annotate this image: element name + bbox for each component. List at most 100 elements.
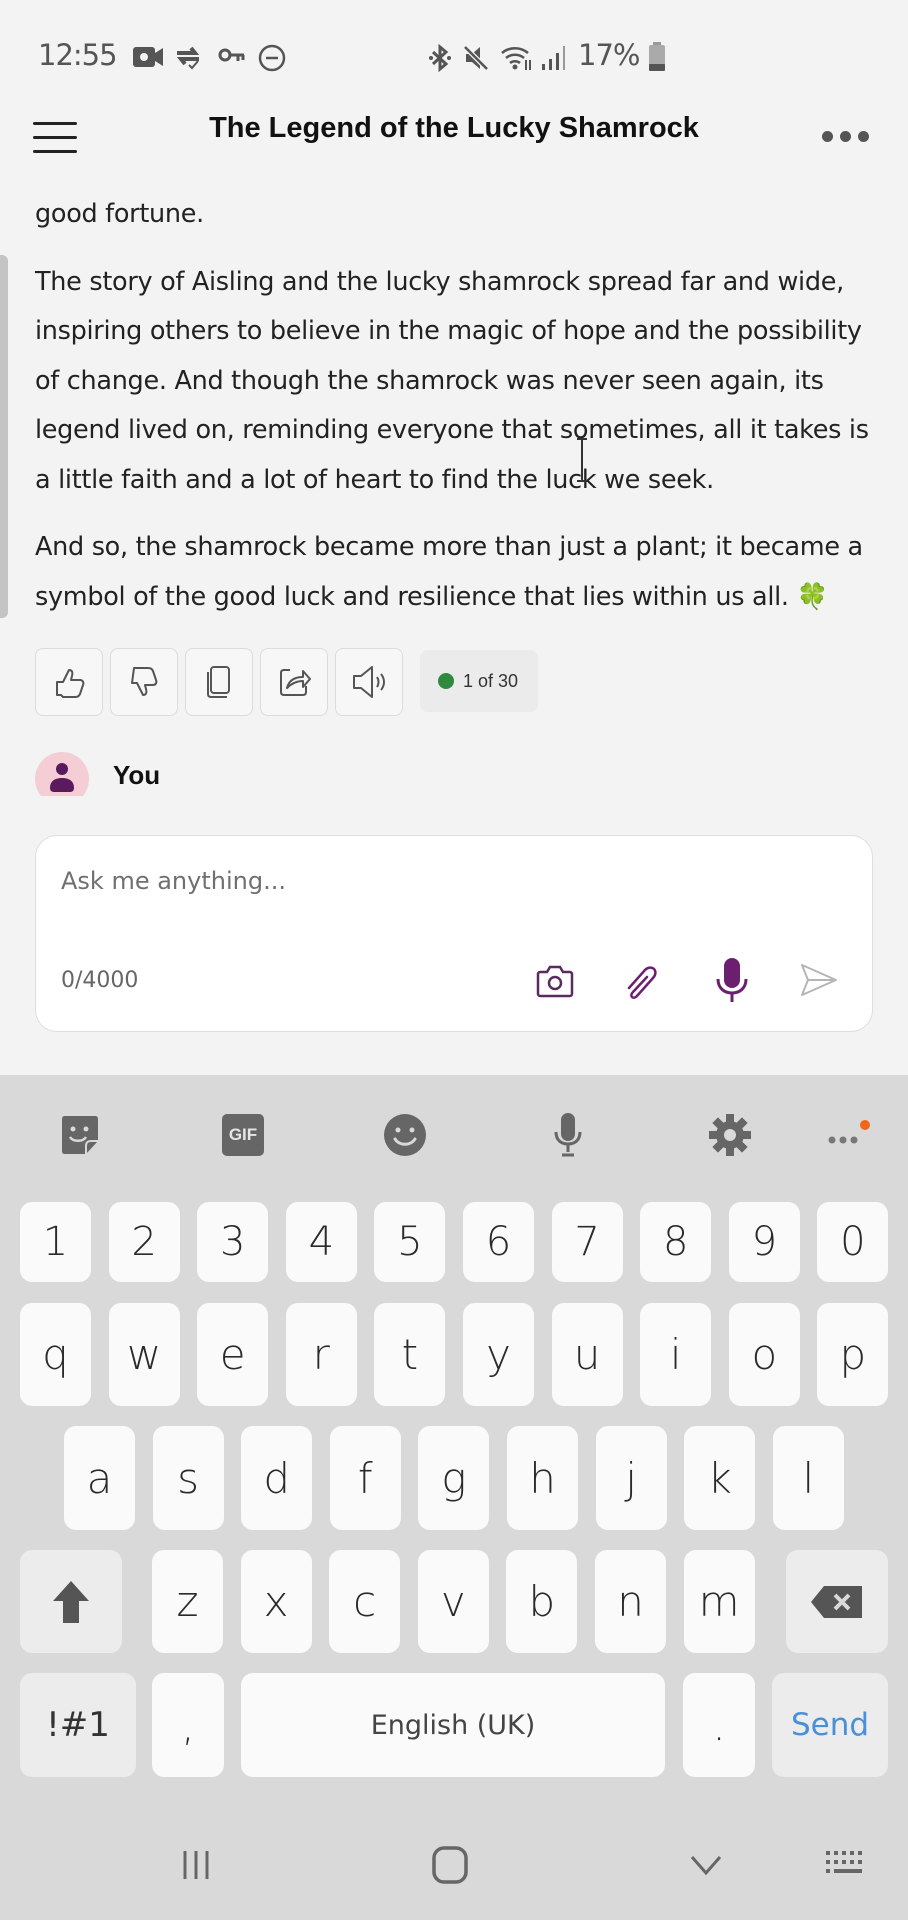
- scrollbar[interactable]: [0, 255, 8, 618]
- camera-button[interactable]: [533, 958, 577, 1002]
- key-d[interactable]: d: [241, 1426, 313, 1530]
- key-n[interactable]: n: [595, 1550, 666, 1653]
- key-label: 3: [219, 1219, 246, 1265]
- key-u[interactable]: u: [551, 1303, 623, 1406]
- key-7[interactable]: 7: [551, 1202, 623, 1282]
- key-t[interactable]: t: [374, 1303, 446, 1406]
- key-v[interactable]: v: [417, 1550, 489, 1653]
- send-button[interactable]: [797, 958, 841, 1002]
- sticker-icon: [62, 1116, 98, 1154]
- shift-icon: [53, 1580, 89, 1623]
- back-button[interactable]: [671, 1830, 741, 1900]
- gif-button[interactable]: GIF: [213, 1105, 273, 1165]
- key-2[interactable]: 2: [108, 1202, 180, 1282]
- voice-input-icon: [554, 1113, 582, 1157]
- home-button[interactable]: [415, 1830, 485, 1900]
- symbols-key[interactable]: !#1: [20, 1673, 136, 1777]
- key-label: y: [486, 1330, 511, 1379]
- key-b[interactable]: b: [506, 1550, 578, 1653]
- key-l[interactable]: l: [772, 1426, 844, 1530]
- message-input[interactable]: [61, 861, 841, 901]
- key-r[interactable]: r: [285, 1303, 357, 1406]
- key-label: z: [176, 1577, 199, 1626]
- like-button[interactable]: [35, 648, 103, 716]
- backspace-key[interactable]: [786, 1550, 888, 1653]
- shift-key[interactable]: [20, 1550, 122, 1653]
- key-g[interactable]: g: [418, 1426, 490, 1530]
- key-label: t: [401, 1330, 419, 1379]
- key-z[interactable]: z: [152, 1550, 223, 1653]
- key-label: u: [573, 1330, 601, 1379]
- keyboard-more-button[interactable]: [815, 1105, 875, 1165]
- read-aloud-button[interactable]: [335, 648, 403, 716]
- keyboard-switch-button[interactable]: [811, 1830, 881, 1900]
- key-h[interactable]: h: [507, 1426, 578, 1530]
- on-screen-keyboard: GIF 1 2 3 4 5 6 7 8 9 0 q w e r t y u i o p a s d f g h j k l z x c v b n m…: [0, 1075, 908, 1920]
- key-j[interactable]: j: [595, 1426, 667, 1530]
- keyboard-voice-button[interactable]: [538, 1105, 598, 1165]
- key-q[interactable]: q: [20, 1303, 91, 1406]
- key-label: s: [177, 1453, 200, 1503]
- text-cursor-icon: [577, 438, 587, 482]
- message-paragraph: The story of Aisling and the lucky shamr…: [35, 266, 869, 495]
- response-variant-badge[interactable]: 1 of 30: [420, 650, 538, 712]
- attach-button[interactable]: [619, 958, 663, 1002]
- key-a[interactable]: a: [64, 1426, 135, 1530]
- message-actions: [35, 648, 403, 716]
- key-0[interactable]: 0: [817, 1202, 889, 1282]
- message-paragraph: And so, the shamrock became more than ju…: [35, 532, 863, 612]
- key-f[interactable]: f: [329, 1426, 401, 1530]
- keyboard-send-key[interactable]: Send: [772, 1673, 888, 1777]
- key-label: !#1: [46, 1705, 110, 1745]
- gif-icon: GIF: [222, 1114, 264, 1156]
- app-header: The Legend of the Lucky Shamrock: [0, 95, 908, 175]
- share-button[interactable]: [260, 648, 328, 716]
- key-c[interactable]: c: [329, 1550, 401, 1653]
- key-1[interactable]: 1: [20, 1202, 91, 1282]
- sticker-button[interactable]: [50, 1105, 110, 1165]
- key-y[interactable]: y: [463, 1303, 534, 1406]
- key-6[interactable]: 6: [463, 1202, 534, 1282]
- key-e[interactable]: e: [197, 1303, 269, 1406]
- dislike-button[interactable]: [110, 648, 178, 716]
- key-o[interactable]: o: [728, 1303, 800, 1406]
- key-3[interactable]: 3: [197, 1202, 269, 1282]
- variant-counter: 1 of 30: [463, 670, 519, 691]
- more-options-button[interactable]: [822, 128, 874, 144]
- key-4[interactable]: 4: [285, 1202, 357, 1282]
- do-not-disturb-icon: [258, 44, 286, 72]
- assistant-message: good fortune. The story of Aisling and t…: [35, 190, 880, 640]
- key-label: i: [669, 1330, 682, 1379]
- key-s[interactable]: s: [152, 1426, 224, 1530]
- message-paragraph: good fortune.: [35, 199, 204, 229]
- keyboard-settings-button[interactable]: [700, 1105, 760, 1165]
- key-m[interactable]: m: [683, 1550, 755, 1653]
- page-title: The Legend of the Lucky Shamrock: [209, 112, 699, 144]
- user-name: You: [113, 760, 161, 790]
- recent-apps-icon: [183, 1851, 209, 1879]
- voice-input-button[interactable]: [710, 958, 754, 1002]
- recent-apps-button[interactable]: [161, 1830, 231, 1900]
- key-p[interactable]: p: [817, 1303, 889, 1406]
- period-key[interactable]: .: [683, 1673, 755, 1777]
- battery-icon: [649, 42, 665, 71]
- avatar: [35, 752, 89, 796]
- key-k[interactable]: k: [684, 1426, 756, 1530]
- key-5[interactable]: 5: [374, 1202, 446, 1282]
- copy-button[interactable]: [185, 648, 253, 716]
- key-label: p: [839, 1330, 867, 1379]
- space-key[interactable]: English (UK): [241, 1673, 665, 1777]
- key-w[interactable]: w: [108, 1303, 180, 1406]
- key-9[interactable]: 9: [728, 1202, 800, 1282]
- key-label: q: [42, 1330, 69, 1379]
- backspace-icon: [811, 1585, 862, 1618]
- key-label: h: [529, 1453, 556, 1503]
- key-x[interactable]: x: [240, 1550, 312, 1653]
- emoji-button[interactable]: [375, 1105, 435, 1165]
- more-icon: [828, 1120, 870, 1144]
- key-8[interactable]: 8: [640, 1202, 712, 1282]
- message-composer: 0/4000: [35, 835, 873, 1032]
- comma-key[interactable]: ,: [152, 1673, 224, 1777]
- emoji-icon: [384, 1114, 426, 1156]
- key-i[interactable]: i: [640, 1303, 712, 1406]
